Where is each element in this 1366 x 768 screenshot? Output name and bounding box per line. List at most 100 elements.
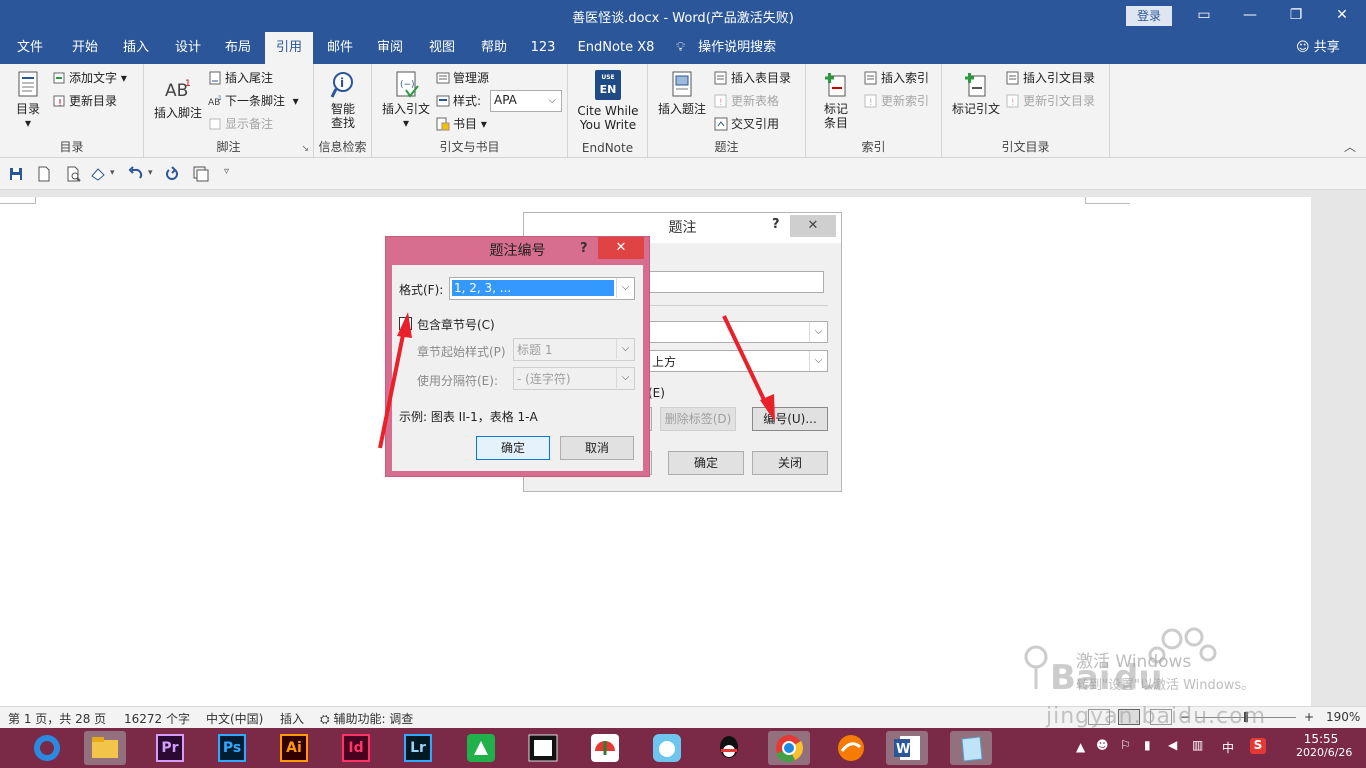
insert-toa-button[interactable]: 插入引文目录 [1006,68,1095,88]
bibliography-button[interactable]: 书目 ▾ [436,114,487,134]
numbering-cancel-button[interactable]: 取消 [560,436,634,460]
volume-icon[interactable]: ◀ [1168,738,1177,752]
word-count[interactable]: 16272 个字 [124,710,190,727]
accessibility-status[interactable]: ⛭ 辅助功能: 调查 [320,710,413,727]
cite-while-you-write-button[interactable]: USE EN Cite While You Write [572,70,644,132]
foxmail-icon[interactable] [830,731,872,765]
ime-indicator[interactable]: 中 [1222,739,1234,756]
close-icon[interactable]: ✕ [1322,4,1362,26]
sogou-icon[interactable]: S [1250,738,1266,754]
cross-reference-button[interactable]: 交叉引用 [714,114,779,134]
umbrella-app-icon[interactable] [584,731,626,765]
toc-button[interactable]: 目录 ▾ [8,70,48,130]
add-text-button[interactable]: 添加文字 ▾ [52,68,127,88]
show-notes-button[interactable]: 显示备注 [208,114,273,134]
tab-endnote[interactable]: EndNote X8 [574,32,658,64]
include-chapter-label[interactable]: 包含章节号(C) [417,316,495,333]
minimize-icon[interactable]: — [1230,4,1270,26]
tray-overflow-icon[interactable]: ▲ [1076,740,1085,754]
caption-text-input[interactable] [648,271,824,293]
lightroom-icon[interactable]: Lr [398,731,440,765]
help-icon[interactable]: ? [580,241,588,256]
save-all-icon[interactable] [193,166,209,182]
language-status[interactable]: 中文(中国) [206,710,263,727]
green-app-icon[interactable] [460,731,502,765]
tell-me-search[interactable]: 💡︎ 操作说明搜索 [676,32,786,64]
position-select[interactable]: 上方 ⌵ [648,350,828,372]
footnote-dialog-launcher-icon[interactable]: ↘ [301,144,309,154]
login-button[interactable]: 登录 [1126,6,1172,26]
separator-select[interactable]: - (连字符) ⌵ [513,367,635,390]
dropdown-caret-icon[interactable]: ▾ [110,168,126,184]
tab-help[interactable]: 帮助 [472,32,516,64]
caption-close-icon[interactable]: ✕ [790,215,836,237]
draw-icon[interactable] [90,166,106,182]
bird-app-icon[interactable] [646,731,688,765]
clock[interactable]: 15:55 2020/6/26 [1296,732,1352,759]
smart-lookup-button[interactable]: i 智能 查找 [320,70,366,130]
qq-tray-icon[interactable]: ☻ [1096,738,1109,752]
insert-footnote-button[interactable]: AB 1 插入脚注 [150,74,206,120]
manage-sources-button[interactable]: 管理源 [436,68,489,88]
insert-endnote-button[interactable]: 插入尾注 [208,68,273,88]
flag-tray-icon[interactable]: ⚐ [1120,738,1131,752]
new-document-icon[interactable] [36,166,52,182]
premiere-icon[interactable]: Pr [150,731,192,765]
update-index-button[interactable]: ! 更新索引 [864,91,929,111]
redo-icon[interactable] [164,166,180,182]
notepad-icon[interactable] [950,731,992,765]
restore-icon[interactable]: ❐ [1276,4,1316,26]
caption-ok-button[interactable]: 确定 [668,451,744,475]
ribbon-display-options-icon[interactable]: ▭ [1184,4,1224,26]
insert-citation-button[interactable]: (−) 插入引文 ▾ [380,70,432,130]
update-toc-button[interactable]: ! 更新目录 [52,91,117,111]
print-preview-icon[interactable] [66,166,82,182]
numbering-ok-button[interactable]: 确定 [476,436,550,460]
video-editor-icon[interactable] [522,731,564,765]
indesign-icon[interactable]: Id [336,731,378,765]
tab-design[interactable]: 设计 [166,32,210,64]
label-select[interactable]: ⌵ [648,321,828,343]
format-select[interactable]: 1, 2, 3, ... ⌵ [449,277,635,300]
help-icon[interactable]: ? [772,217,780,232]
tab-review[interactable]: 审阅 [368,32,412,64]
tab-mailings[interactable]: 邮件 [318,32,362,64]
tab-view[interactable]: 视图 [420,32,464,64]
insert-table-of-figures-button[interactable]: 插入表目录 [714,68,791,88]
delete-label-button[interactable]: 删除标签(D) [660,407,736,431]
customize-qat-icon[interactable]: ▿ [224,166,240,182]
qq-icon[interactable] [708,731,750,765]
tab-layout[interactable]: 布局 [216,32,260,64]
mark-entry-button[interactable]: 标记 条目 [812,70,860,130]
include-chapter-checkbox[interactable] [399,317,412,330]
insert-caption-button[interactable]: 插入题注 [654,70,710,116]
tab-123[interactable]: 123 [524,32,562,64]
citation-style-select[interactable]: APA ⌵ [490,90,562,112]
update-table-button[interactable]: ! 更新表格 [714,91,779,111]
numbering-close-icon[interactable]: ✕ [598,237,644,259]
browser-app-icon[interactable] [26,731,68,765]
tab-references[interactable]: 引用 [265,32,313,64]
tab-insert[interactable]: 插入 [114,32,158,64]
undo-dropdown-icon[interactable]: ▾ [148,168,164,184]
next-footnote-button[interactable]: AB 1 下一条脚注 ▾ [208,91,299,111]
word-taskbar-icon[interactable]: W [886,731,928,765]
exclude-label-option[interactable]: (E) [648,386,665,400]
chapter-style-select[interactable]: 标题 1 ⌵ [513,338,635,361]
page-count[interactable]: 第 1 页，共 28 页 [8,710,106,727]
file-explorer-icon[interactable] [84,731,126,765]
zoom-in-icon[interactable]: + [1304,710,1314,724]
numbering-button[interactable]: 编号(U)... [752,407,828,431]
tab-home[interactable]: 开始 [62,32,108,64]
tab-file[interactable]: 文件 [8,32,52,64]
zoom-level[interactable]: 190% [1326,710,1360,724]
network-icon[interactable]: ▥ [1192,738,1203,752]
mark-citation-button[interactable]: 标记引文 [948,70,1004,116]
collapse-ribbon-icon[interactable]: ︿ [1344,138,1356,155]
insert-mode[interactable]: 插入 [280,710,304,727]
caption-close-button[interactable]: 关闭 [752,451,828,475]
battery-icon[interactable]: ▮ [1144,738,1151,752]
save-icon[interactable] [8,166,24,182]
update-toa-button[interactable]: ! 更新引文目录 [1006,91,1095,111]
illustrator-icon[interactable]: Ai [274,731,316,765]
